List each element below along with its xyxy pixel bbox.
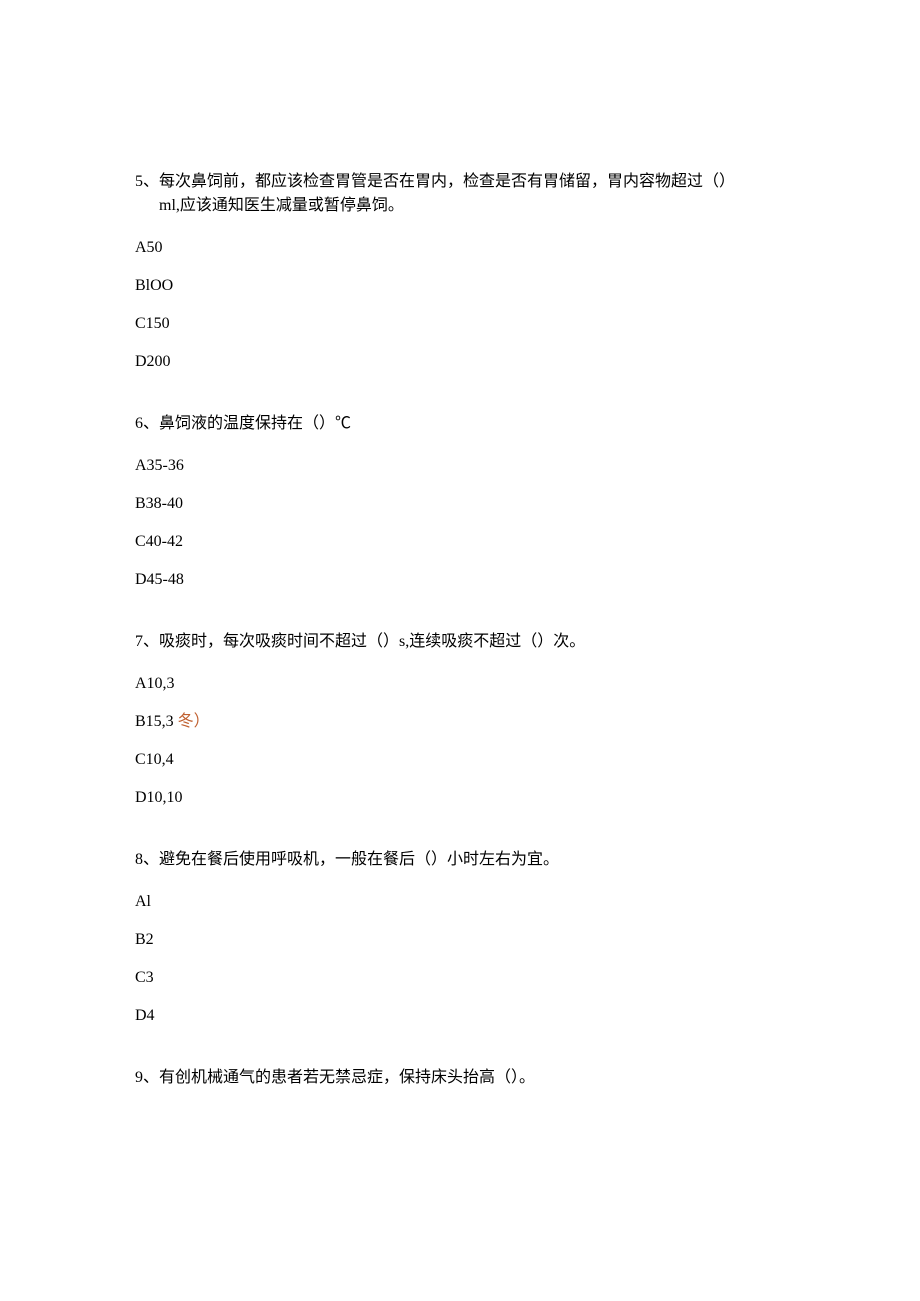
option-a: A35-36 xyxy=(135,454,785,478)
question-number: 7、 xyxy=(135,633,159,650)
question-8-text: 8、避免在餐后使用呼吸机，一般在餐后（）小时左右为宜。 xyxy=(135,848,785,872)
question-number: 6、 xyxy=(135,415,159,432)
question-body-line1: 避免在餐后使用呼吸机，一般在餐后（）小时左右为宜。 xyxy=(159,851,559,868)
question-body-line1: 吸痰时，每次吸痰时间不超过（）s,连续吸痰不超过（）次。 xyxy=(159,633,585,650)
option-c: C10,4 xyxy=(135,748,785,772)
question-5: 5、每次鼻饲前，都应该检查胃管是否在胃内，检查是否有胃储留，胃内容物超过（） m… xyxy=(135,170,785,374)
question-7: 7、吸痰时，每次吸痰时间不超过（）s,连续吸痰不超过（）次。 A10,3 B15… xyxy=(135,630,785,810)
question-number: 5、 xyxy=(135,173,159,190)
option-b: B2 xyxy=(135,928,785,952)
document-page: 5、每次鼻饲前，都应该检查胃管是否在胃内，检查是否有胃储留，胃内容物超过（） m… xyxy=(0,0,920,1090)
question-body-line2: ml,应该通知医生减量或暂停鼻饲。 xyxy=(135,194,785,218)
option-b-highlight: 冬） xyxy=(174,713,210,730)
option-d: D45-48 xyxy=(135,568,785,592)
option-d: D10,10 xyxy=(135,786,785,810)
question-body-line1: 鼻饲液的温度保持在（）℃ xyxy=(159,415,351,432)
option-c: C3 xyxy=(135,966,785,990)
option-b: BlOO xyxy=(135,274,785,298)
question-number: 8、 xyxy=(135,851,159,868)
option-c: C150 xyxy=(135,312,785,336)
question-body-line1: 每次鼻饲前，都应该检查胃管是否在胃内，检查是否有胃储留，胃内容物超过（） xyxy=(159,173,735,190)
option-c: C40-42 xyxy=(135,530,785,554)
question-6: 6、鼻饲液的温度保持在（）℃ A35-36 B38-40 C40-42 D45-… xyxy=(135,412,785,592)
option-d: D4 xyxy=(135,1004,785,1028)
option-b-prefix: B15,3 xyxy=(135,713,174,730)
option-a: Al xyxy=(135,890,785,914)
option-d: D200 xyxy=(135,350,785,374)
question-7-text: 7、吸痰时，每次吸痰时间不超过（）s,连续吸痰不超过（）次。 xyxy=(135,630,785,654)
option-a: A10,3 xyxy=(135,672,785,696)
option-a: A50 xyxy=(135,236,785,260)
question-9-text: 9、有创机械通气的患者若无禁忌症，保持床头抬高（）。 xyxy=(135,1066,785,1090)
question-body-line1: 有创机械通气的患者若无禁忌症，保持床头抬高（）。 xyxy=(159,1069,535,1086)
question-number: 9、 xyxy=(135,1069,159,1086)
question-5-text: 5、每次鼻饲前，都应该检查胃管是否在胃内，检查是否有胃储留，胃内容物超过（） m… xyxy=(135,170,785,218)
question-9: 9、有创机械通气的患者若无禁忌症，保持床头抬高（）。 xyxy=(135,1066,785,1090)
question-8: 8、避免在餐后使用呼吸机，一般在餐后（）小时左右为宜。 Al B2 C3 D4 xyxy=(135,848,785,1028)
question-6-text: 6、鼻饲液的温度保持在（）℃ xyxy=(135,412,785,436)
option-b: B15,3 冬） xyxy=(135,710,785,734)
option-b: B38-40 xyxy=(135,492,785,516)
